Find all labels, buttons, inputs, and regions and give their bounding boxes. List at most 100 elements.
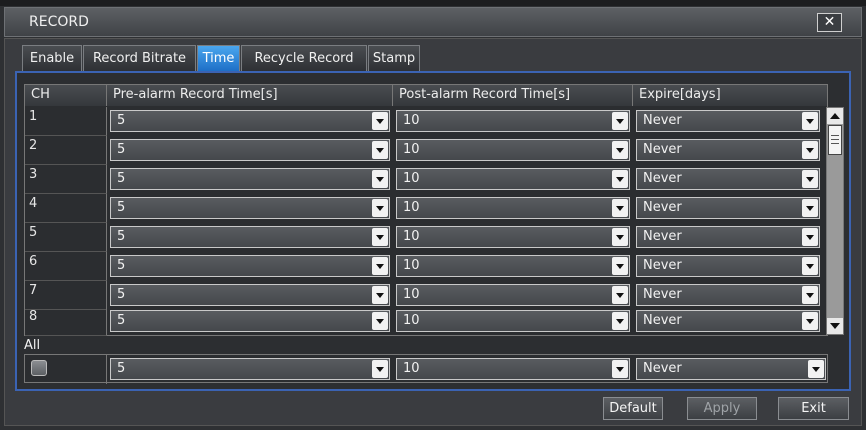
select-value: 5 bbox=[117, 258, 126, 273]
channel-label: 3 bbox=[25, 165, 107, 194]
dropdown-arrow-icon[interactable] bbox=[612, 286, 628, 304]
dropdown-arrow-icon[interactable] bbox=[612, 170, 628, 188]
dropdown-arrow-icon[interactable] bbox=[372, 312, 388, 330]
select-value: 10 bbox=[403, 142, 420, 157]
pre-alarm-select[interactable]: 5 bbox=[110, 310, 390, 332]
channel-label: 5 bbox=[25, 223, 107, 252]
expire-select[interactable]: Never bbox=[636, 168, 820, 190]
dropdown-arrow-icon[interactable] bbox=[802, 141, 818, 159]
col-header-expire: Expire[days] bbox=[633, 85, 827, 106]
post-alarm-select[interactable]: 10 bbox=[396, 168, 630, 190]
scroll-down-icon[interactable] bbox=[827, 318, 843, 334]
close-icon: ✕ bbox=[823, 14, 836, 30]
dropdown-arrow-icon[interactable] bbox=[612, 312, 628, 330]
all-label: All bbox=[24, 338, 41, 353]
exit-button[interactable]: Exit bbox=[778, 397, 849, 420]
expire-select[interactable]: Never bbox=[636, 110, 820, 132]
expire-select[interactable]: Never bbox=[636, 197, 820, 219]
dropdown-arrow-icon[interactable] bbox=[372, 286, 388, 304]
title-bar: RECORD ✕ bbox=[4, 7, 862, 37]
expire-select[interactable]: Never bbox=[636, 139, 820, 161]
select-value: 10 bbox=[403, 171, 420, 186]
dropdown-arrow-icon[interactable] bbox=[372, 228, 388, 246]
dropdown-arrow-icon[interactable] bbox=[612, 112, 628, 130]
all-checkbox-cell bbox=[25, 355, 107, 384]
col-header-pre-alarm: Pre-alarm Record Time[s] bbox=[107, 85, 393, 106]
dropdown-arrow-icon[interactable] bbox=[372, 360, 388, 378]
pre-alarm-select[interactable]: 5 bbox=[110, 139, 390, 161]
dropdown-arrow-icon[interactable] bbox=[372, 170, 388, 188]
table-scrollbar[interactable] bbox=[826, 107, 844, 335]
dropdown-arrow-icon[interactable] bbox=[612, 199, 628, 217]
tab-enable[interactable]: Enable bbox=[22, 45, 82, 72]
select-value: Never bbox=[643, 229, 682, 244]
all-checkbox[interactable] bbox=[31, 360, 47, 376]
post-alarm-select[interactable]: 10 bbox=[396, 310, 630, 332]
select-value: Never bbox=[643, 361, 682, 376]
dropdown-arrow-icon[interactable] bbox=[372, 199, 388, 217]
table-row: 5 5 10 Never bbox=[25, 223, 827, 252]
expire-select[interactable]: Never bbox=[636, 255, 820, 277]
dropdown-arrow-icon[interactable] bbox=[372, 112, 388, 130]
select-value: Never bbox=[643, 258, 682, 273]
col-header-ch: CH bbox=[25, 85, 107, 106]
close-button[interactable]: ✕ bbox=[817, 13, 842, 32]
tab-recycle-record[interactable]: Recycle Record bbox=[241, 45, 367, 72]
post-alarm-select[interactable]: 10 bbox=[396, 255, 630, 277]
dropdown-arrow-icon[interactable] bbox=[802, 257, 818, 275]
dropdown-arrow-icon[interactable] bbox=[372, 257, 388, 275]
dropdown-arrow-icon[interactable] bbox=[808, 360, 824, 378]
apply-button[interactable]: Apply bbox=[687, 397, 757, 420]
dropdown-arrow-icon[interactable] bbox=[802, 312, 818, 330]
select-value: 5 bbox=[117, 361, 126, 376]
table-row: 7 5 10 Never bbox=[25, 281, 827, 310]
post-alarm-select[interactable]: 10 bbox=[396, 110, 630, 132]
tab-record-bitrate[interactable]: Record Bitrate bbox=[83, 45, 196, 72]
all-pre-alarm-select[interactable]: 5 bbox=[110, 358, 390, 380]
pre-alarm-select[interactable]: 5 bbox=[110, 197, 390, 219]
all-post-alarm-select[interactable]: 10 bbox=[396, 358, 630, 380]
dropdown-arrow-icon[interactable] bbox=[612, 360, 628, 378]
pre-alarm-select[interactable]: 5 bbox=[110, 226, 390, 248]
all-expire-select[interactable]: Never bbox=[636, 358, 826, 380]
pre-alarm-select[interactable]: 5 bbox=[110, 168, 390, 190]
expire-select[interactable]: Never bbox=[636, 226, 820, 248]
default-button[interactable]: Default bbox=[603, 397, 663, 420]
dropdown-arrow-icon[interactable] bbox=[802, 286, 818, 304]
tab-stamp[interactable]: Stamp bbox=[368, 45, 420, 72]
pre-alarm-select[interactable]: 5 bbox=[110, 284, 390, 306]
select-value: Never bbox=[643, 200, 682, 215]
table-row: 6 5 10 Never bbox=[25, 252, 827, 281]
select-value: 10 bbox=[403, 229, 420, 244]
scroll-up-icon[interactable] bbox=[827, 108, 843, 124]
scroll-thumb[interactable] bbox=[828, 125, 842, 155]
dropdown-arrow-icon[interactable] bbox=[612, 257, 628, 275]
select-value: 10 bbox=[403, 361, 420, 376]
pre-alarm-select[interactable]: 5 bbox=[110, 255, 390, 277]
dropdown-arrow-icon[interactable] bbox=[802, 228, 818, 246]
post-alarm-select[interactable]: 10 bbox=[396, 139, 630, 161]
dropdown-arrow-icon[interactable] bbox=[372, 141, 388, 159]
tab-time[interactable]: Time bbox=[197, 45, 240, 72]
select-value: 10 bbox=[403, 313, 420, 328]
select-value: 5 bbox=[117, 313, 126, 328]
select-value: 5 bbox=[117, 171, 126, 186]
select-value: 5 bbox=[117, 200, 126, 215]
dropdown-arrow-icon[interactable] bbox=[802, 112, 818, 130]
expire-select[interactable]: Never bbox=[636, 310, 820, 332]
pre-alarm-select[interactable]: 5 bbox=[110, 110, 390, 132]
dropdown-arrow-icon[interactable] bbox=[612, 228, 628, 246]
dropdown-arrow-icon[interactable] bbox=[802, 199, 818, 217]
post-alarm-select[interactable]: 10 bbox=[396, 197, 630, 219]
post-alarm-select[interactable]: 10 bbox=[396, 284, 630, 306]
select-value: Never bbox=[643, 313, 682, 328]
expire-select[interactable]: Never bbox=[636, 284, 820, 306]
select-value: Never bbox=[643, 142, 682, 157]
table-row: 4 5 10 Never bbox=[25, 194, 827, 223]
dropdown-arrow-icon[interactable] bbox=[612, 141, 628, 159]
window-title: RECORD bbox=[29, 14, 89, 30]
top-strip bbox=[0, 0, 866, 6]
post-alarm-select[interactable]: 10 bbox=[396, 226, 630, 248]
channel-label: 6 bbox=[25, 252, 107, 281]
dropdown-arrow-icon[interactable] bbox=[802, 170, 818, 188]
